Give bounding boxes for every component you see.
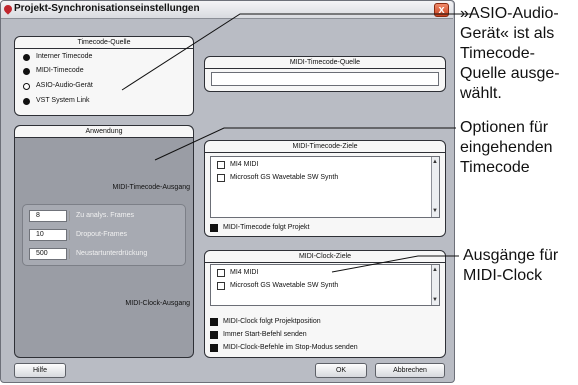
annotation-asio-line-2: Gerät« ist als <box>460 25 555 42</box>
annotation-options-line-1: Optionen für <box>460 119 549 136</box>
annotation-outputs: Ausgänge für MIDI-Clock <box>463 246 558 286</box>
outputs-leader-line <box>331 255 459 273</box>
asio-leader-line <box>121 13 472 91</box>
annotation-asio-line-1: »ASIO-Audio- <box>460 5 559 22</box>
annotation-options-line-2: eingehenden <box>460 139 553 156</box>
annotation-options: Optionen für eingehenden Timecode <box>460 118 553 178</box>
annotation-asio: »ASIO-Audio- Gerät« ist als Timecode- Qu… <box>460 4 560 104</box>
options-leader-line <box>154 127 456 161</box>
annotation-asio-line-3: Timecode- <box>460 45 535 62</box>
annotation-asio-line-5: wählt. <box>460 85 502 102</box>
annotation-options-line-3: Timecode <box>460 159 530 176</box>
annotation-outputs-line-1: Ausgänge für <box>463 247 559 264</box>
annotation-outputs-line-2: MIDI-Clock <box>463 267 543 284</box>
annotation-asio-line-4: Quelle ausge- <box>460 65 560 82</box>
